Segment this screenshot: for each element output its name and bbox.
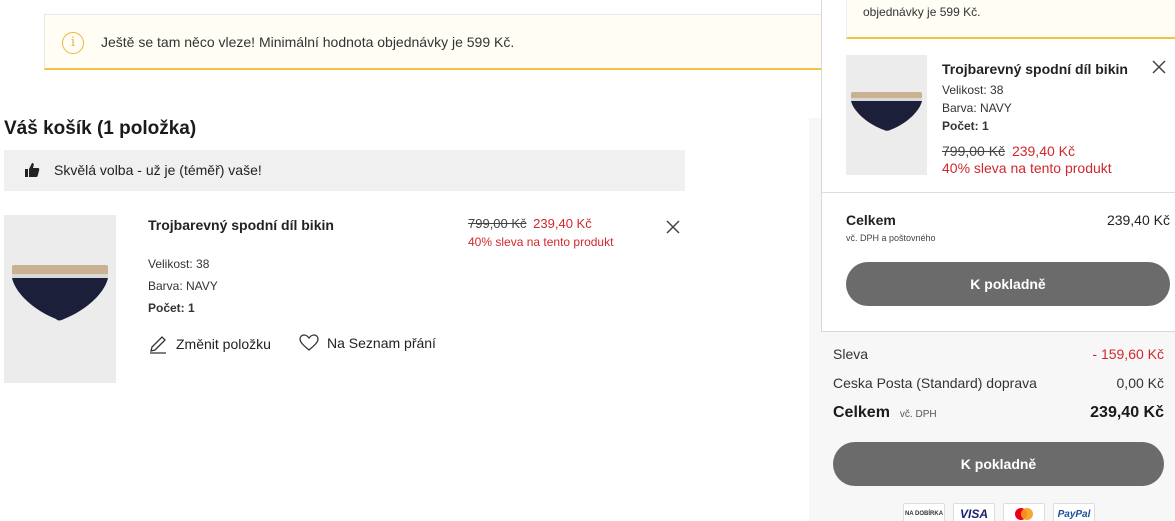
summary-shipping-label: Ceska Posta (Standard) doprava (833, 375, 1037, 391)
wishlist-button[interactable]: Na Seznam přání (299, 334, 436, 352)
mini-product-size: Velikost: 38 (942, 83, 1004, 97)
summary-discount-label: Sleva (833, 346, 869, 362)
summary-vat-note: vč. DPH (899, 409, 937, 420)
mini-bikin-image (851, 92, 922, 131)
product-color: Barva: NAVY (148, 279, 218, 293)
mini-divider (822, 192, 1175, 193)
mini-total-row: Celkem 239,40 Kč (846, 212, 1170, 228)
summary-total-label: Celkem vč. DPH (833, 404, 937, 421)
good-choice-banner: Skvělá volba - už je (téměř) vaše! (4, 150, 685, 191)
mini-product-name[interactable]: Trojbarevný spodní díl bikin (942, 61, 1128, 77)
mini-product-qty: Počet: 1 (942, 119, 989, 133)
mini-notice-text: objednávky je 599 Kč. (863, 5, 981, 19)
paypal-logo: PayPal (1053, 503, 1095, 521)
product-image[interactable] (4, 215, 116, 383)
good-choice-text: Skvělá volba - už je (téměř) vaše! (54, 162, 262, 178)
mini-old-price: 799,00 Kč (942, 143, 1006, 159)
payment-logos: NA DOBÍRKA VISA PayPal (903, 503, 1095, 521)
mini-total-value: 239,40 Kč (1106, 212, 1170, 228)
summary-shipping-row: Ceska Posta (Standard) doprava 0,00 Kč (833, 375, 1164, 391)
wishlist-label: Na Seznam přání (327, 335, 436, 351)
mini-total-label: Celkem (846, 212, 896, 228)
cod-logo: NA DOBÍRKA (903, 503, 945, 521)
mini-product-color: Barva: NAVY (942, 101, 1012, 115)
summary-total-row: Celkem vč. DPH 239,40 Kč (833, 404, 1164, 422)
edit-item-button[interactable]: Změnit položku (148, 334, 271, 354)
mini-remove-item-icon[interactable] (1151, 59, 1167, 75)
thumbs-up-icon (25, 163, 40, 177)
product-prices: 799,00 Kč 239,40 Kč (468, 216, 592, 231)
summary-discount-row: Sleva - 159,60 Kč (833, 346, 1164, 362)
old-price: 799,00 Kč (468, 216, 527, 231)
product-name[interactable]: Trojbarevný spodní díl bikin (148, 217, 334, 233)
product-size: Velikost: 38 (148, 257, 210, 271)
mini-discount-note: 40% sleva na tento produkt (942, 160, 1112, 176)
remove-item-icon[interactable] (665, 219, 681, 235)
bikin-bottom-image (12, 265, 108, 321)
mini-product-prices: 799,00 Kč 239,40 Kč (942, 143, 1075, 159)
summary-shipping-value: 0,00 Kč (1116, 375, 1164, 391)
summary-total-value: 239,40 Kč (1090, 404, 1164, 421)
min-order-notice: i Ještě se tam něco vleze! Minimální hod… (44, 14, 834, 70)
mastercard-logo (1003, 503, 1045, 521)
visa-logo: VISA (953, 503, 995, 521)
mini-cart-notice: objednávky je 599 Kč. (846, 0, 1175, 39)
mini-checkout-button[interactable]: K pokladně (846, 262, 1170, 306)
product-qty: Počet: 1 (148, 301, 195, 315)
info-icon: i (62, 32, 84, 54)
mini-product-image[interactable] (846, 55, 927, 175)
new-price: 239,40 Kč (533, 216, 592, 231)
mini-new-price: 239,40 Kč (1011, 143, 1076, 159)
heart-icon (299, 334, 319, 351)
checkout-button[interactable]: K pokladně (833, 442, 1164, 486)
pencil-icon (150, 336, 166, 354)
summary-discount-value: - 159,60 Kč (1092, 346, 1164, 362)
min-order-text: Ještě se tam něco vleze! Minimální hodno… (101, 34, 515, 50)
mastercard-icon (1015, 508, 1033, 520)
mini-vat-note: vč. DPH a poštovného (846, 233, 936, 243)
edit-item-label: Změnit položku (176, 336, 271, 352)
discount-note: 40% sleva na tento produkt (468, 235, 614, 249)
cart-title: Váš košík (1 položka) (4, 118, 197, 139)
